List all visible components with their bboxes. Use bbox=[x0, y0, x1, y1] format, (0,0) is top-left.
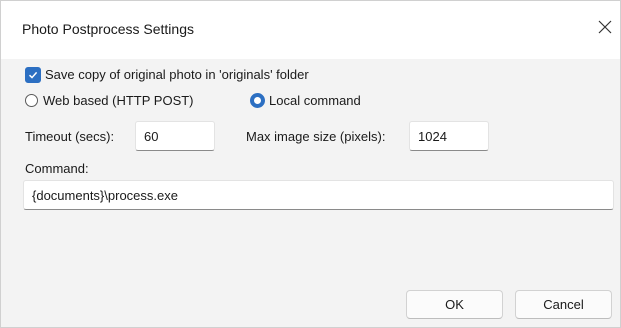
local-command-label[interactable]: Local command bbox=[269, 93, 361, 108]
command-value: {documents}\process.exe bbox=[32, 187, 178, 203]
web-based-radio[interactable] bbox=[25, 94, 38, 107]
ok-button[interactable]: OK bbox=[406, 290, 503, 319]
save-copy-label[interactable]: Save copy of original photo in 'original… bbox=[45, 67, 309, 82]
timeout-input[interactable]: 60 bbox=[135, 121, 215, 151]
max-size-input[interactable]: 1024 bbox=[409, 121, 489, 151]
timeout-label: Timeout (secs): bbox=[25, 129, 115, 144]
close-button[interactable] bbox=[593, 15, 617, 39]
ok-button-label: OK bbox=[445, 297, 464, 312]
web-based-label[interactable]: Web based (HTTP POST) bbox=[43, 93, 194, 108]
title-bar: Photo Postprocess Settings bbox=[1, 1, 620, 59]
dialog-title: Photo Postprocess Settings bbox=[22, 21, 194, 37]
save-copy-checkbox[interactable] bbox=[25, 67, 41, 83]
cancel-button-label: Cancel bbox=[543, 297, 584, 312]
settings-dialog: Photo Postprocess Settings Save copy of … bbox=[0, 0, 621, 328]
max-size-value: 1024 bbox=[418, 128, 447, 144]
cancel-button[interactable]: Cancel bbox=[515, 290, 612, 319]
close-icon bbox=[598, 20, 612, 34]
command-input[interactable]: {documents}\process.exe bbox=[23, 180, 614, 210]
local-command-radio[interactable] bbox=[250, 93, 265, 108]
timeout-value: 60 bbox=[144, 128, 159, 144]
command-label: Command: bbox=[25, 161, 89, 176]
max-size-label: Max image size (pixels): bbox=[246, 129, 386, 144]
checkmark-icon bbox=[28, 71, 38, 79]
